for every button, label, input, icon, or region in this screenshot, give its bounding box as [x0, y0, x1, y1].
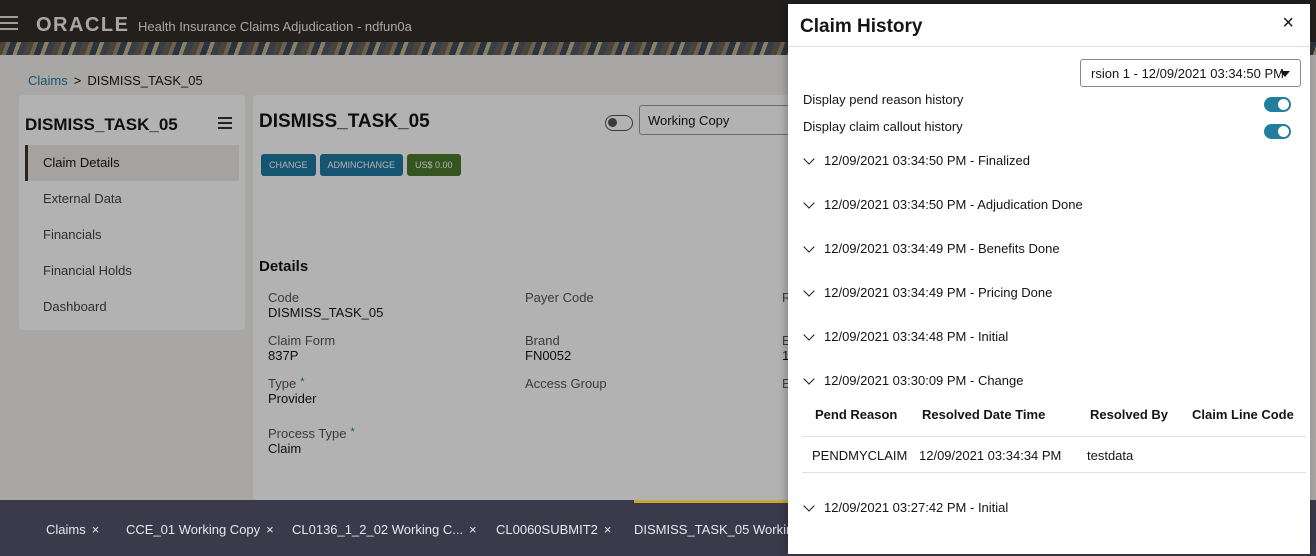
table-cell: PENDMYCLAIM — [812, 448, 908, 463]
chevron-down-icon — [803, 196, 815, 209]
table-divider — [802, 472, 1306, 473]
table-cell: 12/09/2021 03:34:34 PM — [919, 448, 1062, 463]
pend-reason-history-switch[interactable] — [1264, 97, 1291, 112]
pend-reason-history-label: Display pend reason history — [803, 92, 964, 107]
history-item[interactable]: 12/09/2021 03:34:49 PM - Benefits Done — [803, 240, 1060, 256]
chevron-down-icon — [803, 499, 815, 512]
chevron-down-icon — [803, 328, 815, 341]
tab-cce-01[interactable]: CCE_01 Working Copy × — [126, 522, 274, 537]
drawer-header: Claim History × — [788, 4, 1310, 47]
table-cell: testdata — [1087, 448, 1134, 463]
close-icon[interactable]: × — [1282, 12, 1294, 35]
column-header: Claim Line Code — [1192, 407, 1294, 422]
chevron-down-icon — [803, 152, 815, 165]
callout-history-switch[interactable] — [1264, 124, 1291, 139]
table-divider — [802, 436, 1306, 437]
tab-claims[interactable]: Claims × — [46, 522, 99, 537]
chevron-down-icon — [803, 372, 815, 385]
column-header: Pend Reason — [815, 407, 898, 422]
chevron-down-icon — [803, 284, 815, 297]
close-icon[interactable]: × — [266, 522, 274, 537]
version-select[interactable]: rsion 1 - 12/09/2021 03:34:50 PM — [1080, 59, 1301, 87]
history-item[interactable]: 12/09/2021 03:34:50 PM - Finalized — [803, 152, 1030, 168]
claim-history-drawer: Claim History × rsion 1 - 12/09/2021 03:… — [788, 4, 1310, 554]
tab-cl0060[interactable]: CL0060SUBMIT2 × — [496, 522, 611, 537]
drawer-title: Claim History — [800, 16, 923, 37]
column-header: Resolved Date Time — [922, 407, 1046, 422]
history-item[interactable]: 12/09/2021 03:27:42 PM - Initial — [803, 499, 1008, 515]
tab-dismiss-task[interactable]: DISMISS_TASK_05 Working... — [634, 522, 811, 537]
caret-down-icon — [1280, 71, 1290, 77]
active-tab-indicator — [634, 500, 789, 503]
column-header: Resolved By — [1090, 407, 1169, 422]
history-item[interactable]: 12/09/2021 03:34:49 PM - Pricing Done — [803, 284, 1052, 300]
history-item[interactable]: 12/09/2021 03:30:09 PM - Change — [803, 372, 1023, 388]
history-item[interactable]: 12/09/2021 03:34:48 PM - Initial — [803, 328, 1008, 344]
tab-cl0136[interactable]: CL0136_1_2_02 Working C... × — [292, 522, 477, 537]
chevron-down-icon — [803, 240, 815, 253]
history-item[interactable]: 12/09/2021 03:34:50 PM - Adjudication Do… — [803, 196, 1083, 212]
close-icon[interactable]: × — [92, 522, 100, 537]
callout-history-label: Display claim callout history — [803, 119, 963, 134]
close-icon[interactable]: × — [469, 522, 477, 537]
close-icon[interactable]: × — [604, 522, 612, 537]
